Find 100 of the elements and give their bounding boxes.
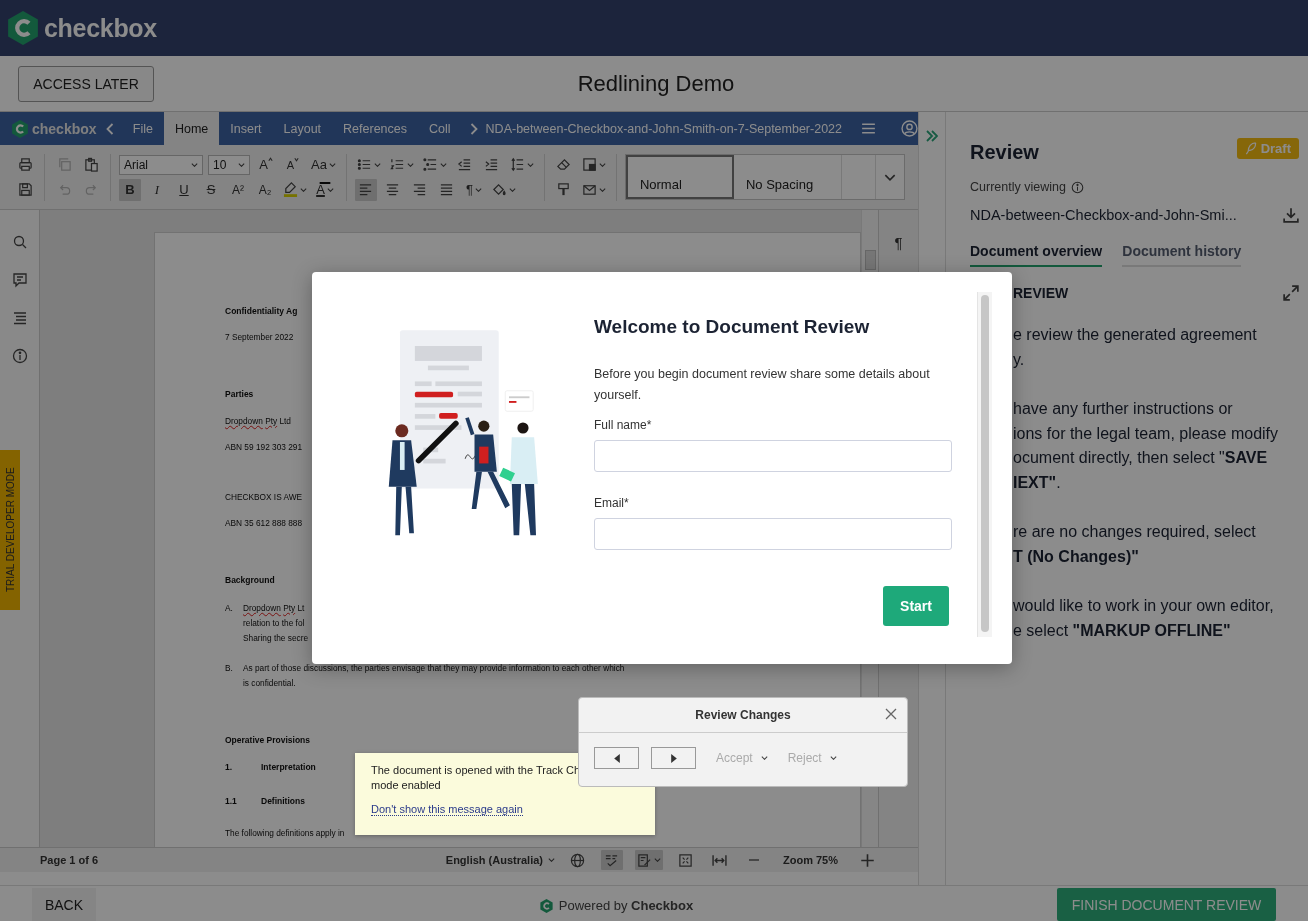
superscript-button[interactable]: A² — [227, 178, 249, 201]
outdent-icon — [457, 157, 473, 172]
panel-tab[interactable]: Document history — [1122, 243, 1242, 267]
download-button[interactable] — [1283, 207, 1299, 223]
caret-icon — [373, 162, 381, 167]
chevron-left-icon[interactable] — [105, 122, 114, 135]
caret-icon — [300, 187, 307, 192]
numbered-list-icon — [389, 157, 405, 172]
document-text: The following definitions apply in — [225, 827, 345, 840]
double-chevron-icon[interactable] — [926, 130, 938, 142]
dialog-title: Review Changes — [695, 708, 791, 722]
line-spacing-icon — [509, 157, 525, 172]
instruction-text: e select "MARKUP OFFLINE" — [1013, 620, 1232, 641]
list-icon — [11, 310, 28, 326]
instruction-text: ions for the legal team, please modify — [1013, 423, 1280, 444]
list-label: A. — [225, 602, 234, 615]
menu-tab[interactable]: Layout — [272, 112, 333, 145]
caret-icon — [326, 187, 334, 192]
navigation-button[interactable] — [11, 310, 28, 326]
access-later-button[interactable]: ACCESS LATER — [18, 65, 154, 102]
dialog-description: Before you begin document review share some details about yourself. — [594, 366, 931, 404]
grow-button[interactable]: A — [255, 153, 277, 176]
viewing-label: Currently viewing — [970, 180, 1066, 194]
envelope-icon — [581, 182, 597, 197]
spellcheck-button[interactable] — [601, 850, 623, 870]
track-changes-button[interactable] — [635, 850, 663, 870]
document-text: ABN 35 612 888 888 — [225, 517, 303, 530]
caret-icon — [238, 162, 245, 167]
chevron-right-icon[interactable] — [469, 122, 478, 135]
bold-button[interactable]: B — [119, 178, 141, 201]
instruction-text: re are no changes required, select — [1013, 522, 1257, 542]
status-label: Draft — [1260, 141, 1291, 156]
panel-tab[interactable]: Document overview — [970, 243, 1103, 267]
start-button[interactable]: Start — [883, 586, 949, 626]
logo-text: checkbox — [44, 13, 157, 43]
instruction-text: y. — [1013, 349, 1026, 370]
case-button[interactable]: Aa — [309, 153, 338, 176]
caret-icon — [598, 162, 606, 167]
next-change-button[interactable] — [651, 747, 696, 769]
page-title: Redlining Demo — [576, 70, 736, 97]
align-right-icon — [412, 182, 428, 197]
tooltip-text: mode enabled — [371, 778, 442, 793]
input-field[interactable] — [594, 518, 952, 550]
multilevel-list-icon — [422, 157, 438, 172]
menu-tab[interactable]: Coll — [418, 112, 462, 145]
font-family-dropdown[interactable]: Arial — [119, 154, 203, 175]
strike-button[interactable]: S — [200, 178, 222, 201]
caret-icon — [548, 858, 555, 862]
shrink-button[interactable]: A — [282, 153, 304, 176]
document-heading: Operative Provisions — [225, 734, 311, 747]
close-icon — [885, 708, 897, 720]
user-icon[interactable] — [901, 120, 918, 137]
formatting-marks-button[interactable]: ¶ — [894, 232, 903, 252]
document-text: 7 September 2022 — [225, 331, 294, 344]
close-button[interactable] — [885, 708, 897, 720]
align-center-icon — [385, 182, 401, 197]
font-size-dropdown[interactable]: 10 — [208, 154, 250, 175]
menu-tab[interactable]: Home — [163, 112, 220, 145]
language-dropdown[interactable]: English (Australia) — [445, 854, 555, 866]
menu-tab[interactable]: Insert — [219, 112, 273, 145]
subscript-button[interactable]: A₂ — [254, 178, 276, 201]
document-text: Dropdown Pty Ltd — [225, 415, 291, 428]
caret-icon — [191, 162, 198, 167]
dont-show-again-link[interactable]: Don't show this message again — [371, 803, 523, 816]
input-field[interactable] — [594, 440, 952, 472]
document-heading: Confidentiality Ag — [225, 305, 298, 318]
underline-button[interactable]: U — [173, 178, 195, 201]
caret-icon — [654, 858, 661, 862]
caret-icon — [474, 187, 482, 192]
instruction-text: T (No Changes)" — [1013, 546, 1140, 567]
caret-icon — [439, 162, 447, 167]
list-label: B. — [225, 662, 234, 675]
caret-icon — [598, 187, 606, 192]
style-option[interactable]: Normal — [625, 155, 734, 199]
font-color-button[interactable]: A — [314, 178, 336, 201]
expand-button[interactable] — [1283, 285, 1299, 301]
back-button[interactable]: BACK — [32, 888, 96, 921]
comments-button[interactable] — [11, 272, 28, 288]
trial-mode-badge: TRIAL DEVELOPER MODE — [0, 450, 20, 610]
align-left-button[interactable] — [354, 178, 377, 201]
feather-icon — [1244, 142, 1257, 155]
pilcrow-button[interactable]: ¶ — [462, 178, 485, 201]
color-bar-icon — [319, 181, 331, 184]
menu-tab[interactable]: References — [332, 112, 419, 145]
scrollbar[interactable] — [977, 292, 992, 637]
field-label: Full name* — [594, 418, 653, 432]
search-button[interactable] — [11, 234, 28, 250]
menu-tab[interactable]: File — [121, 112, 164, 145]
logo-icon — [12, 119, 28, 138]
caret-icon — [829, 756, 837, 760]
previous-change-button[interactable] — [594, 747, 639, 769]
instruction-text: e review the generated agreement — [1013, 325, 1258, 345]
style-option[interactable]: No Spacing — [733, 155, 842, 199]
panel-title: Review — [970, 141, 1039, 164]
brush-icon — [556, 182, 572, 197]
document-text: CHECKBOX IS AWE — [225, 491, 303, 504]
clause-heading: Definitions — [261, 795, 305, 808]
info-button[interactable] — [11, 348, 28, 364]
field-label: Email* — [594, 496, 630, 510]
italic-button[interactable]: I — [146, 178, 168, 201]
